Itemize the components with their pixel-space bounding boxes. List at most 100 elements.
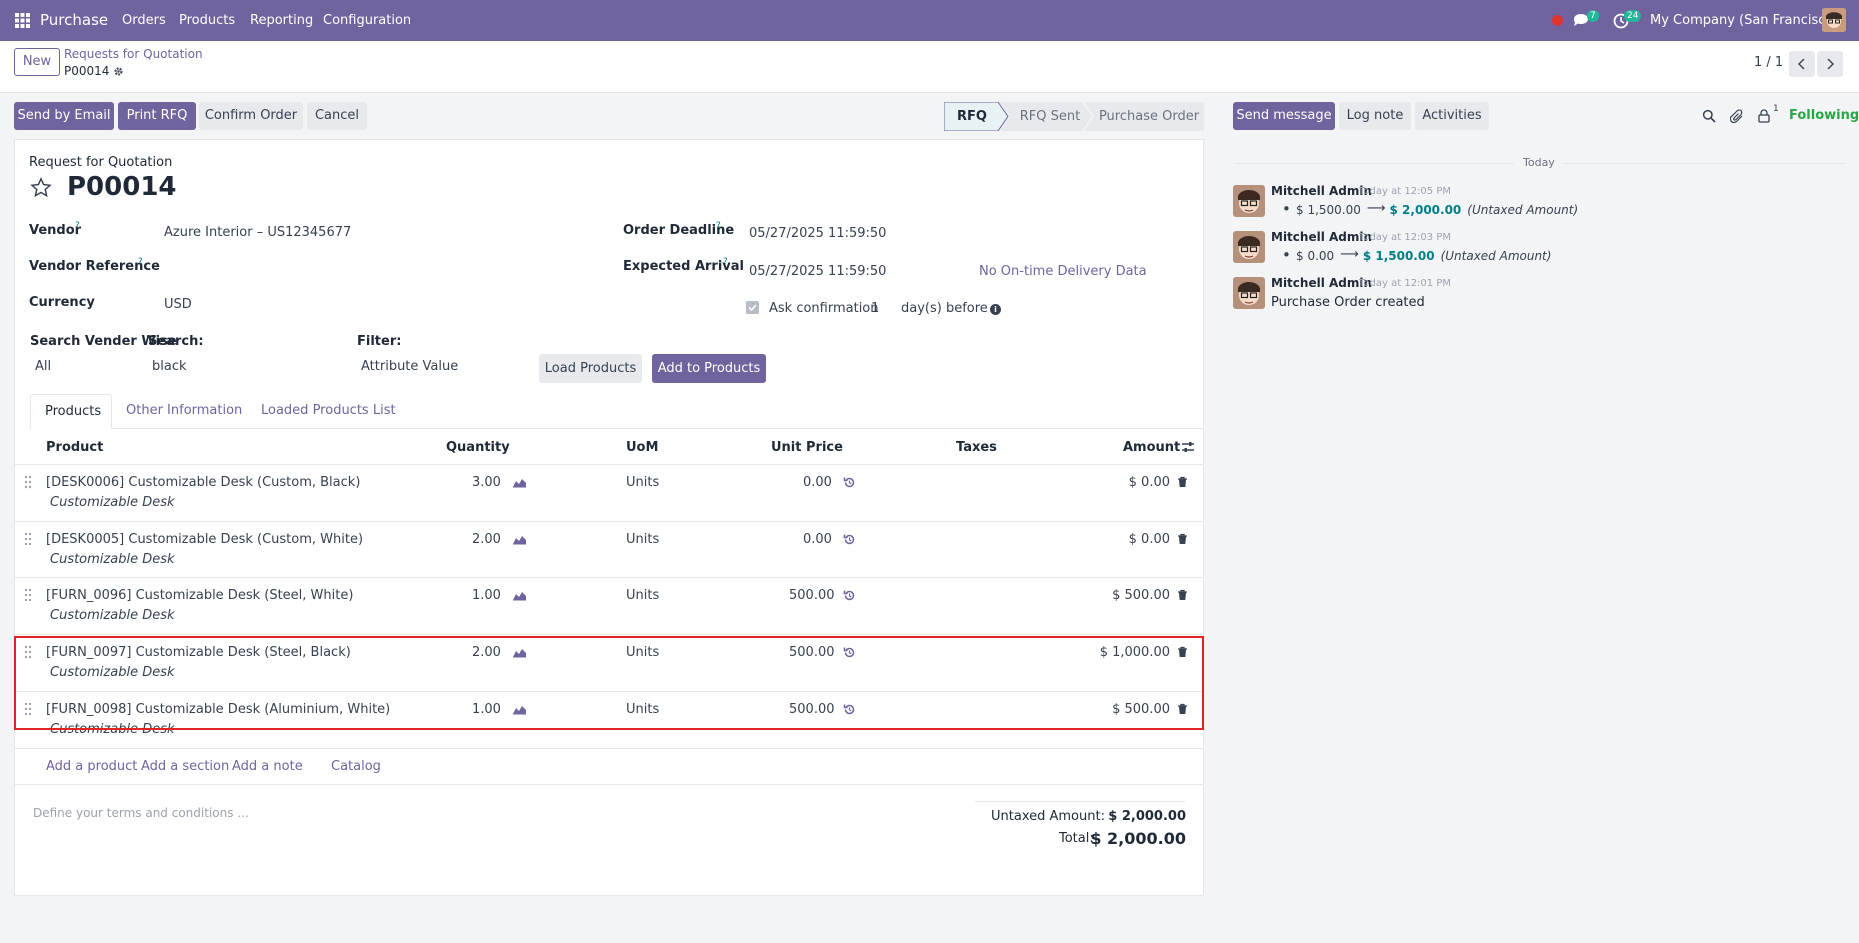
gear-icon[interactable] — [112, 65, 124, 77]
terms-conditions-field[interactable]: Define your terms and conditions ... — [33, 806, 249, 820]
line-quantity[interactable]: 3.00 — [472, 475, 501, 490]
author-avatar[interactable] — [1233, 231, 1265, 263]
vendor-help-icon[interactable]: ? — [75, 221, 80, 231]
line-amount: $ 0.00 — [1128, 475, 1170, 490]
activities-button[interactable]: Activities — [1415, 102, 1489, 130]
pager-next-button[interactable] — [1817, 51, 1843, 77]
line-product[interactable]: [FURN_0096] Customizable Desk (Steel, Wh… — [46, 588, 353, 603]
followers-lock-icon[interactable] — [1757, 108, 1771, 124]
line-description[interactable]: Customizable Desk — [50, 608, 175, 623]
pager-value[interactable]: 1 / 1 — [1754, 55, 1783, 70]
expected-arrival-help-icon[interactable]: ? — [723, 257, 728, 267]
line-uom[interactable]: Units — [626, 475, 659, 490]
line-unit-price[interactable]: 0.00 — [803, 475, 832, 490]
tab-loaded-products-list[interactable]: Loaded Products List — [261, 403, 396, 418]
total-value: $ 2,000.00 — [1090, 829, 1186, 848]
line-uom[interactable]: Units — [626, 532, 659, 547]
add-to-products-button[interactable]: Add to Products — [652, 354, 766, 383]
ask-confirmation-days-field[interactable]: 1 — [871, 301, 879, 316]
col-header-taxes[interactable]: Taxes — [956, 440, 997, 455]
add-product-link[interactable]: Add a product — [46, 759, 137, 774]
star-icon[interactable] — [29, 176, 53, 200]
order-deadline-field[interactable]: 05/27/2025 11:59:50 — [749, 226, 886, 241]
tab-products-label: Products — [45, 404, 102, 419]
ask-confirmation-checkbox[interactable] — [746, 301, 759, 314]
following-button[interactable]: Following — [1789, 108, 1859, 123]
catalog-link[interactable]: Catalog — [331, 759, 381, 774]
col-header-uom[interactable]: UoM — [626, 440, 658, 455]
menu-products[interactable]: Products — [179, 0, 235, 41]
col-header-product[interactable]: Product — [46, 440, 103, 455]
load-products-button[interactable]: Load Products — [539, 354, 642, 383]
search-input[interactable]: black — [152, 359, 187, 374]
search-vendor-select[interactable]: All — [35, 359, 51, 374]
print-rfq-button[interactable]: Print RFQ — [118, 102, 196, 130]
app-name[interactable]: Purchase — [40, 0, 108, 41]
add-note-link[interactable]: Add a note — [232, 759, 303, 774]
line-description[interactable]: Customizable Desk — [50, 552, 175, 567]
vendor-reference-help-icon[interactable]: ? — [138, 257, 143, 267]
line-description[interactable]: Customizable Desk — [50, 495, 175, 510]
vendor-field[interactable]: Azure Interior – US12345677 — [164, 225, 351, 240]
new-button[interactable]: New — [14, 48, 60, 76]
cancel-button[interactable]: Cancel — [307, 102, 367, 130]
send-message-button[interactable]: Send message — [1233, 102, 1335, 130]
forecast-chart-icon[interactable] — [512, 590, 528, 602]
line-unit-price[interactable]: 500.00 — [789, 588, 835, 603]
col-header-quantity[interactable]: Quantity — [446, 440, 510, 455]
paperclip-icon[interactable] — [1729, 108, 1745, 124]
currency-field[interactable]: USD — [164, 297, 192, 312]
user-avatar[interactable] — [1822, 8, 1846, 32]
delete-trash-icon[interactable] — [1177, 476, 1189, 489]
status-rfq[interactable]: RFQ — [944, 102, 1000, 131]
forecast-chart-icon[interactable] — [512, 477, 528, 489]
drag-handle-icon[interactable] — [24, 532, 36, 548]
line-product[interactable]: [DESK0006] Customizable Desk (Custom, Bl… — [46, 475, 360, 490]
menu-reporting[interactable]: Reporting — [250, 0, 313, 41]
vendor-reference-field[interactable] — [164, 256, 584, 278]
send-by-email-button[interactable]: Send by Email — [14, 102, 114, 130]
tab-products[interactable]: Products — [30, 394, 112, 429]
reset-price-icon[interactable] — [843, 476, 857, 490]
reset-price-icon[interactable] — [843, 533, 857, 547]
tab-other-information[interactable]: Other Information — [126, 403, 242, 418]
reset-price-icon[interactable] — [843, 589, 857, 603]
message-author[interactable]: Mitchell Admin — [1271, 276, 1372, 290]
menu-configuration[interactable]: Configuration — [323, 0, 411, 41]
info-icon[interactable]: i — [990, 304, 1001, 315]
message-author[interactable]: Mitchell Admin — [1271, 184, 1372, 198]
apps-grid-icon[interactable] — [14, 12, 31, 29]
on-time-delivery-link[interactable]: No On-time Delivery Data — [979, 264, 1147, 279]
drag-handle-icon[interactable] — [24, 588, 36, 604]
recording-indicator-icon[interactable] — [1552, 15, 1563, 26]
confirm-order-button[interactable]: Confirm Order — [199, 102, 303, 130]
optional-columns-icon[interactable] — [1180, 439, 1196, 455]
author-avatar[interactable] — [1233, 277, 1265, 309]
menu-orders[interactable]: Orders — [122, 0, 166, 41]
author-avatar[interactable] — [1233, 185, 1265, 217]
filter-select[interactable]: Attribute Value — [361, 359, 458, 374]
line-quantity[interactable]: 2.00 — [472, 532, 501, 547]
line-product[interactable]: [DESK0005] Customizable Desk (Custom, Wh… — [46, 532, 363, 547]
drag-handle-icon[interactable] — [24, 475, 36, 491]
line-quantity[interactable]: 1.00 — [472, 588, 501, 603]
forecast-chart-icon[interactable] — [512, 534, 528, 546]
status-rfq-sent[interactable]: RFQ Sent — [1008, 102, 1092, 131]
message-author[interactable]: Mitchell Admin — [1271, 230, 1372, 244]
line-unit-price[interactable]: 0.00 — [803, 532, 832, 547]
pager-previous-button[interactable] — [1789, 51, 1815, 77]
delete-trash-icon[interactable] — [1177, 589, 1189, 602]
expected-arrival-field[interactable]: 05/27/2025 11:59:50 — [749, 264, 886, 279]
search-icon[interactable] — [1701, 108, 1717, 124]
col-header-unit-price[interactable]: Unit Price — [771, 440, 843, 455]
delete-trash-icon[interactable] — [1177, 533, 1189, 546]
company-switcher[interactable]: My Company (San Francisco) — [1650, 0, 1838, 41]
order-deadline-help-icon[interactable]: ? — [716, 221, 721, 231]
status-purchase-order[interactable]: Purchase Order — [1094, 102, 1204, 131]
breadcrumb-parent[interactable]: Requests for Quotation — [64, 47, 203, 61]
line-uom[interactable]: Units — [626, 588, 659, 603]
col-header-amount[interactable]: Amount — [1123, 440, 1180, 455]
totals-divider — [975, 801, 1185, 802]
log-note-button[interactable]: Log note — [1339, 102, 1411, 130]
add-section-link[interactable]: Add a section — [141, 759, 229, 774]
